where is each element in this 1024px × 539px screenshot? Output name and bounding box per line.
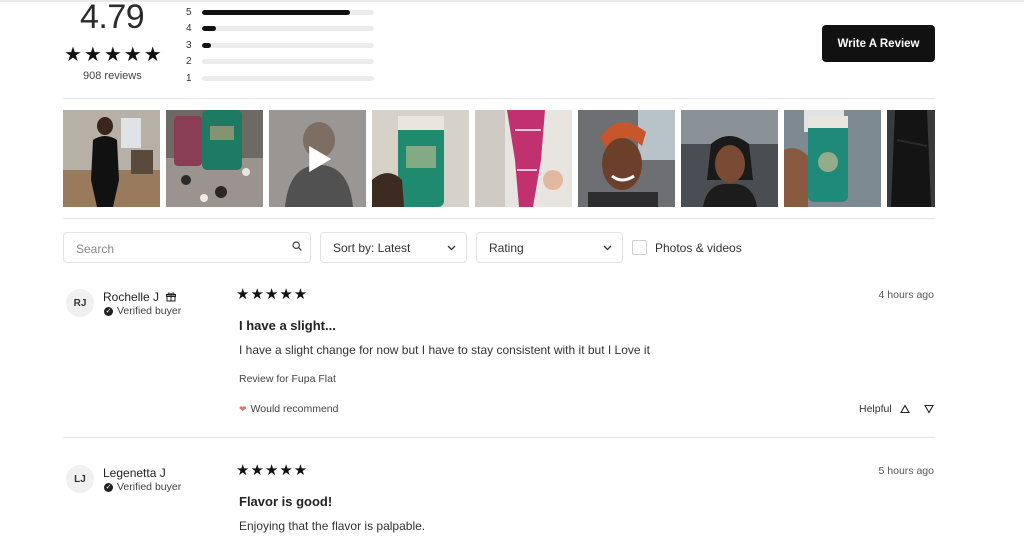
sort-select[interactable]: Sort by: Latest xyxy=(320,232,467,263)
review-photo[interactable] xyxy=(475,110,572,207)
photo-image xyxy=(372,110,469,207)
reviewer-name-text: Rochelle J xyxy=(103,290,160,304)
review-stars: ★★★★★ xyxy=(236,286,309,303)
review-count: 908 reviews xyxy=(83,70,142,82)
section-divider xyxy=(63,218,935,219)
rating-row-label: 3 xyxy=(186,39,192,51)
review-photo[interactable] xyxy=(578,110,675,207)
verified-check-icon: ✓ xyxy=(104,306,113,316)
rating-row-label: 2 xyxy=(186,56,192,68)
review-time: 5 hours ago xyxy=(878,465,934,477)
rating-bar-track xyxy=(202,75,374,81)
photo-image xyxy=(63,110,160,207)
review-body: I have a slight change for now but I hav… xyxy=(239,343,650,357)
write-review-button[interactable]: Write A Review xyxy=(822,25,935,62)
helpful-label: Helpful xyxy=(859,403,892,415)
photos-videos-label: Photos & videos xyxy=(655,240,742,255)
helpful-votes: Helpful xyxy=(859,403,934,415)
rating-bar-track xyxy=(202,59,374,65)
verified-buyer-badge: ✓ Verified buyer xyxy=(104,481,181,493)
would-recommend: ❤ Would recommend xyxy=(239,403,338,415)
heart-icon: ❤ xyxy=(239,403,247,414)
would-recommend-label: Would recommend xyxy=(250,403,339,415)
rating-row-1[interactable]: 1 xyxy=(186,70,376,87)
rating-bar-fill xyxy=(202,26,216,32)
search-box[interactable] xyxy=(63,232,311,264)
review-video[interactable] xyxy=(269,110,366,207)
rating-row-3[interactable]: 3 xyxy=(186,37,376,54)
review-photo[interactable] xyxy=(372,110,469,207)
rating-bar-fill xyxy=(202,42,211,48)
search-icon[interactable] xyxy=(292,241,302,251)
verified-label: Verified buyer xyxy=(117,481,182,493)
avatar: RJ xyxy=(66,289,94,317)
top-divider xyxy=(0,0,1024,2)
verified-check-icon: ✓ xyxy=(104,482,113,492)
rating-row-label: 5 xyxy=(186,6,192,18)
photo-image xyxy=(166,110,263,207)
rating-bar-track xyxy=(202,9,374,15)
photo-image xyxy=(681,110,778,207)
rating-row-label: 4 xyxy=(186,23,192,35)
avatar: LJ xyxy=(66,465,94,493)
average-stars: ★★★★★ xyxy=(64,44,164,66)
photo-image xyxy=(475,110,572,207)
photos-videos-checkbox[interactable] xyxy=(632,240,647,255)
review-divider xyxy=(63,437,935,438)
review-title: I have a slight... xyxy=(239,318,336,333)
thumbs-up-arrow-icon[interactable] xyxy=(899,404,910,414)
rating-row-2[interactable]: 2 xyxy=(186,54,376,71)
section-divider xyxy=(63,98,935,99)
review-title: Flavor is good! xyxy=(239,494,333,509)
rating-bar-fill xyxy=(202,9,350,15)
chevron-down-icon xyxy=(447,245,456,251)
review-photo[interactable] xyxy=(681,110,778,207)
rating-row-4[interactable]: 4 xyxy=(186,21,376,38)
review-media-gallery xyxy=(63,110,935,207)
review-photo[interactable] xyxy=(63,110,160,207)
photo-image xyxy=(784,110,881,207)
photo-image xyxy=(578,110,675,207)
rating-row-5[interactable]: 5 xyxy=(186,4,376,21)
play-icon xyxy=(308,145,331,172)
thumbs-down-arrow-icon[interactable] xyxy=(923,404,934,414)
average-rating: 4.79 xyxy=(80,0,145,36)
review-body: Enjoying that the flavor is palpable. xyxy=(239,519,426,533)
review-product: Review for Fupa Flat xyxy=(239,373,336,385)
review-time: 4 hours ago xyxy=(878,289,934,301)
chevron-down-icon xyxy=(603,245,612,251)
rating-bar-track xyxy=(202,42,374,48)
photos-videos-filter[interactable]: Photos & videos xyxy=(632,240,742,255)
rating-distribution: 5 4 3 2 1 xyxy=(186,4,376,87)
verified-buyer-badge: ✓ Verified buyer xyxy=(104,305,181,317)
rating-select[interactable]: Rating xyxy=(476,232,623,263)
verified-label: Verified buyer xyxy=(117,305,182,317)
rating-row-label: 1 xyxy=(186,72,192,84)
search-input[interactable] xyxy=(64,233,278,264)
review-photo[interactable] xyxy=(166,110,263,207)
review-photo[interactable] xyxy=(784,110,881,207)
rating-bar-track xyxy=(202,26,374,32)
rating-select-label: Rating xyxy=(489,240,524,255)
gift-icon xyxy=(166,292,177,302)
review-photo[interactable] xyxy=(887,110,935,207)
photo-image xyxy=(887,110,935,207)
reviewer-name: Legenetta J xyxy=(103,466,166,480)
reviewer-name: Rochelle J xyxy=(103,290,177,304)
review-stars: ★★★★★ xyxy=(236,462,309,479)
sort-select-label: Sort by: Latest xyxy=(333,240,411,255)
